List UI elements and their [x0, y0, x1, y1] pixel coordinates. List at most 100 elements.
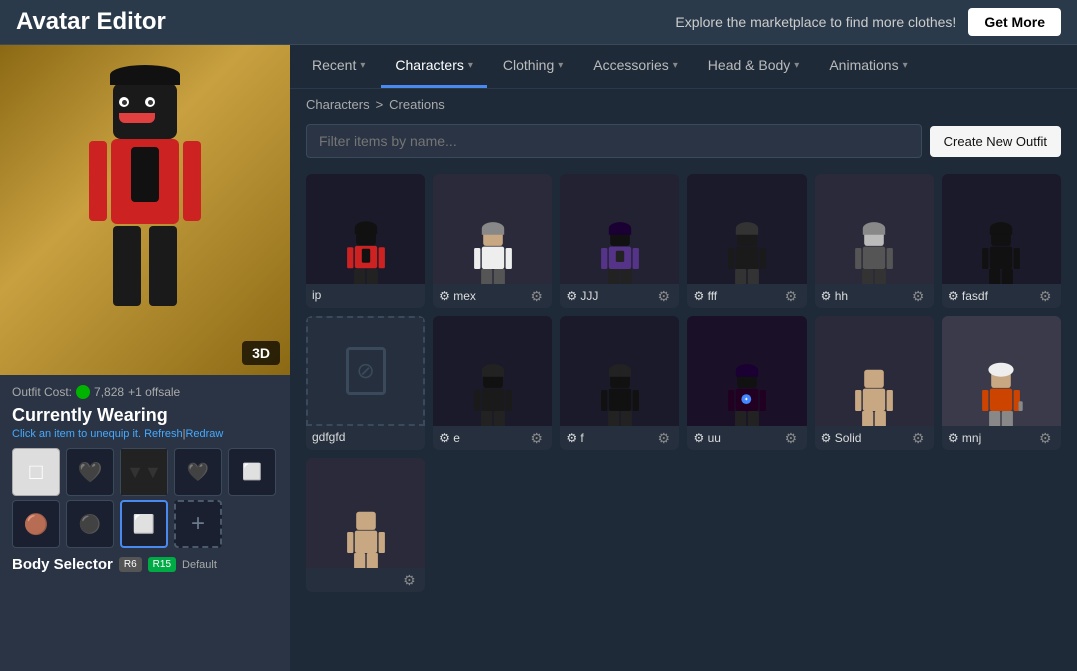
- outfit-gear-e[interactable]: ⚙: [530, 430, 546, 446]
- r6-badge[interactable]: R6: [119, 557, 142, 572]
- outfit-gear-mex[interactable]: ⚙: [530, 288, 546, 304]
- item-slot-hat[interactable]: 🖤: [66, 448, 114, 496]
- outfit-thumb-e: [433, 316, 552, 426]
- tab-clothing[interactable]: Clothing ▾: [489, 45, 577, 88]
- outfit-name-mnj: ⚙ mnj: [948, 431, 1039, 445]
- tab-characters[interactable]: Characters ▾: [381, 45, 487, 88]
- item-slot-head[interactable]: 🟤: [12, 500, 60, 548]
- main-layout: 3D Outfit Cost: 7,828 +1 offsale Current…: [0, 45, 1077, 671]
- tab-accessories-label: Accessories: [593, 57, 668, 73]
- outfit-card-ip[interactable]: ip: [306, 174, 425, 308]
- outfit-cost-label: Outfit Cost:: [12, 385, 72, 399]
- tab-characters-arrow: ▾: [468, 60, 473, 71]
- breadcrumb-parent[interactable]: Characters: [306, 97, 370, 112]
- outfit-label-ip: ip: [306, 284, 425, 306]
- robux-icon: [76, 385, 90, 399]
- view-3d-badge[interactable]: 3D: [242, 341, 280, 365]
- outfit-gear-jjj[interactable]: ⚙: [657, 288, 673, 304]
- get-more-button[interactable]: Get More: [968, 8, 1061, 36]
- outfit-card-hh[interactable]: ⚙ hh ⚙: [815, 174, 934, 308]
- outfit-label-mnj: ⚙ mnj ⚙: [942, 426, 1061, 450]
- outfit-gear-uu[interactable]: ⚙: [785, 430, 801, 446]
- outfit-card-fasdf[interactable]: ⚙ fasdf ⚙: [942, 174, 1061, 308]
- create-outfit-button[interactable]: Create New Outfit: [930, 126, 1061, 157]
- body-selector-title: Body Selector: [12, 556, 113, 573]
- item-slot-acc[interactable]: ⚫: [66, 500, 114, 548]
- outfit-thumb-solid: [815, 316, 934, 426]
- outfit-gear-fff[interactable]: ⚙: [785, 288, 801, 304]
- outfit-name-e: ⚙ e: [439, 431, 530, 445]
- outfit-label-last: ⚙: [306, 568, 425, 592]
- outfit-card-uu[interactable]: ✦ ⚙ uu ⚙: [687, 316, 806, 450]
- nav-tabs: Recent ▾ Characters ▾ Clothing ▾ Accesso…: [290, 45, 1077, 89]
- outfit-thumb-ip: [306, 174, 425, 284]
- outfits-grid: ip: [290, 166, 1077, 671]
- outfit-cost-suffix: +1 offsale: [128, 385, 180, 399]
- tab-animations[interactable]: Animations ▾: [815, 45, 921, 88]
- outfit-card-fff[interactable]: ⚙ fff ⚙: [687, 174, 806, 308]
- outfit-name-hh: ⚙ hh: [821, 289, 912, 303]
- left-panel: 3D Outfit Cost: 7,828 +1 offsale Current…: [0, 45, 290, 671]
- top-banner: Avatar Editor Explore the marketplace to…: [0, 0, 1077, 45]
- outfit-thumb-mex: [433, 174, 552, 284]
- outfit-label-solid: ⚙ Solid ⚙: [815, 426, 934, 450]
- outfit-cost: Outfit Cost: 7,828 +1 offsale: [12, 385, 278, 399]
- outfit-card-jjj[interactable]: ⚙ JJJ ⚙: [560, 174, 679, 308]
- outfit-card-last[interactable]: ⚙: [306, 458, 425, 592]
- outfit-thumb-jjj: [560, 174, 679, 284]
- default-label: Default: [182, 559, 217, 571]
- outfit-card-mex[interactable]: ⚙ mex ⚙: [433, 174, 552, 308]
- search-input[interactable]: [306, 124, 922, 158]
- outfit-name-fasdf: ⚙ fasdf: [948, 289, 1039, 303]
- r15-badge[interactable]: R15: [148, 557, 176, 572]
- item-slot-hair2[interactable]: 🖤: [174, 448, 222, 496]
- avatar-preview: 3D: [0, 45, 290, 375]
- outfit-gear-mnj[interactable]: ⚙: [1039, 430, 1055, 446]
- item-slot-pants[interactable]: ⬜: [228, 448, 276, 496]
- outfit-gear-fasdf[interactable]: ⚙: [1039, 288, 1055, 304]
- item-slot-torso[interactable]: ⬜: [120, 500, 168, 548]
- refresh-link[interactable]: Refresh: [144, 428, 183, 440]
- item-slot-add[interactable]: +: [174, 500, 222, 548]
- outfit-label-gdfgfd: gdfgfd: [306, 426, 425, 448]
- outfit-gear-solid[interactable]: ⚙: [912, 430, 928, 446]
- item-slot-hair[interactable]: ▼▼: [120, 448, 168, 496]
- outfit-card-mnj[interactable]: ⚙ mnj ⚙: [942, 316, 1061, 450]
- redraw-link[interactable]: Redraw: [185, 428, 223, 440]
- outfit-thumb-fasdf: [942, 174, 1061, 284]
- outfit-label-uu: ⚙ uu ⚙: [687, 426, 806, 450]
- outfit-gear-hh[interactable]: ⚙: [912, 288, 928, 304]
- banner-text: Explore the marketplace to find more clo…: [675, 14, 956, 30]
- breadcrumb: Characters > Creations: [290, 89, 1077, 120]
- outfit-label-mex: ⚙ mex ⚙: [433, 284, 552, 308]
- tab-accessories[interactable]: Accessories ▾: [579, 45, 692, 88]
- tab-recent-arrow: ▾: [360, 60, 365, 71]
- tab-recent[interactable]: Recent ▾: [298, 45, 379, 88]
- tab-animations-arrow: ▾: [903, 60, 908, 71]
- outfit-name-uu: ⚙ uu: [693, 431, 784, 445]
- outfit-cost-amount: 7,828: [94, 385, 124, 399]
- outfit-card-solid[interactable]: ⚙ Solid ⚙: [815, 316, 934, 450]
- outfit-name-f: ⚙ f: [566, 431, 657, 445]
- tab-head-body[interactable]: Head & Body ▾: [694, 45, 814, 88]
- outfit-name-fff: ⚙ fff: [693, 289, 784, 303]
- outfit-card-e[interactable]: ⚙ e ⚙: [433, 316, 552, 450]
- tab-recent-label: Recent: [312, 57, 356, 73]
- outfit-label-fff: ⚙ fff ⚙: [687, 284, 806, 308]
- outfit-card-gdfgfd[interactable]: ⊘ gdfgfd: [306, 316, 425, 450]
- outfit-name-mex: ⚙ mex: [439, 289, 530, 303]
- breadcrumb-current: Creations: [389, 97, 445, 112]
- outfit-name-solid: ⚙ Solid: [821, 431, 912, 445]
- outfit-thumb-hh: [815, 174, 934, 284]
- equipped-items-grid: □ 🖤 ▼▼ 🖤 ⬜ 🟤 ⚫: [12, 448, 278, 548]
- body-selector-bar: Body Selector R6 R15 Default: [12, 556, 278, 573]
- outfit-name-ip: ip: [312, 288, 419, 302]
- outfit-thumb-mnj: [942, 316, 1061, 426]
- app-title: Avatar Editor: [16, 8, 166, 36]
- outfit-gear-last[interactable]: ⚙: [403, 572, 419, 588]
- tab-characters-label: Characters: [395, 57, 463, 73]
- outfit-card-f[interactable]: ⚙ f ⚙: [560, 316, 679, 450]
- item-slot-shirt[interactable]: □: [12, 448, 60, 496]
- outfit-gear-f[interactable]: ⚙: [657, 430, 673, 446]
- tab-head-body-arrow: ▾: [794, 60, 799, 71]
